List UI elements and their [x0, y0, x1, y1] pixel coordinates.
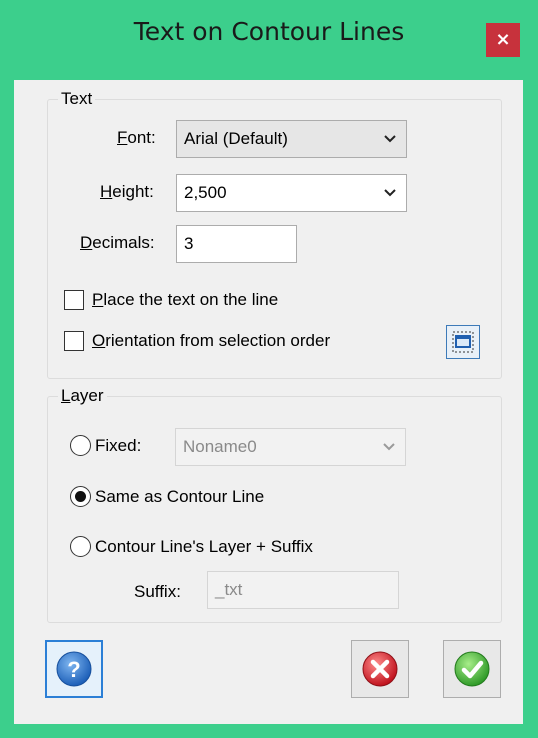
orientation-checkbox[interactable] — [64, 331, 84, 351]
decimals-label: Decimals: — [80, 233, 155, 252]
place-on-line-checkbox[interactable] — [64, 290, 84, 310]
chevron-down-icon — [383, 443, 395, 451]
font-label: Font: — [117, 128, 156, 147]
close-button[interactable]: × — [486, 23, 520, 57]
font-select-value: Arial (Default) — [184, 129, 288, 148]
suffix-label: Suffix: — [134, 582, 181, 601]
fixed-radio[interactable] — [70, 435, 91, 456]
same-as-contour-label[interactable]: Same as Contour Line — [95, 487, 264, 507]
height-combobox[interactable]: 2,500 — [176, 174, 407, 212]
suffix-value: _txt — [215, 580, 243, 599]
height-value: 2,500 — [184, 183, 227, 202]
layer-group-legend: Layer — [58, 386, 107, 406]
window-title: Text on Contour Lines — [133, 17, 405, 46]
suffix-input[interactable]: _txt — [207, 571, 399, 609]
font-select[interactable]: Arial (Default) — [176, 120, 407, 158]
chevron-down-icon — [384, 135, 396, 143]
fixed-layer-value: Noname0 — [183, 437, 257, 456]
help-button[interactable]: ? — [45, 640, 103, 698]
orientation-label[interactable]: Orientation from selection order — [92, 331, 330, 351]
place-on-line-label[interactable]: Place the text on the line — [92, 290, 278, 310]
window-select-icon — [452, 331, 474, 353]
select-window-button[interactable] — [446, 325, 480, 359]
check-icon — [454, 651, 490, 687]
chevron-down-icon[interactable] — [384, 189, 396, 197]
layer-suffix-label[interactable]: Contour Line's Layer + Suffix — [95, 537, 313, 557]
fixed-layer-select[interactable]: Noname0 — [175, 428, 406, 466]
svg-text:?: ? — [67, 657, 80, 682]
height-label: Height: — [100, 182, 154, 201]
title-bar[interactable]: Text on Contour Lines × — [0, 0, 538, 80]
radio-selected-dot — [75, 491, 86, 502]
dialog-body: Text Font: Arial (Default) Height: 2,500… — [14, 80, 523, 724]
ok-button[interactable] — [443, 640, 501, 698]
same-as-contour-radio[interactable] — [70, 486, 91, 507]
decimals-input[interactable]: 3 — [176, 225, 297, 263]
fixed-label[interactable]: Fixed: — [95, 436, 141, 456]
cancel-button[interactable] — [351, 640, 409, 698]
question-icon: ? — [56, 651, 92, 687]
cancel-icon — [362, 651, 398, 687]
text-group-legend: Text — [58, 89, 96, 109]
decimals-value: 3 — [184, 234, 194, 253]
layer-suffix-radio[interactable] — [70, 536, 91, 557]
dialog-window: Text on Contour Lines × Text Font: Arial… — [0, 0, 538, 738]
